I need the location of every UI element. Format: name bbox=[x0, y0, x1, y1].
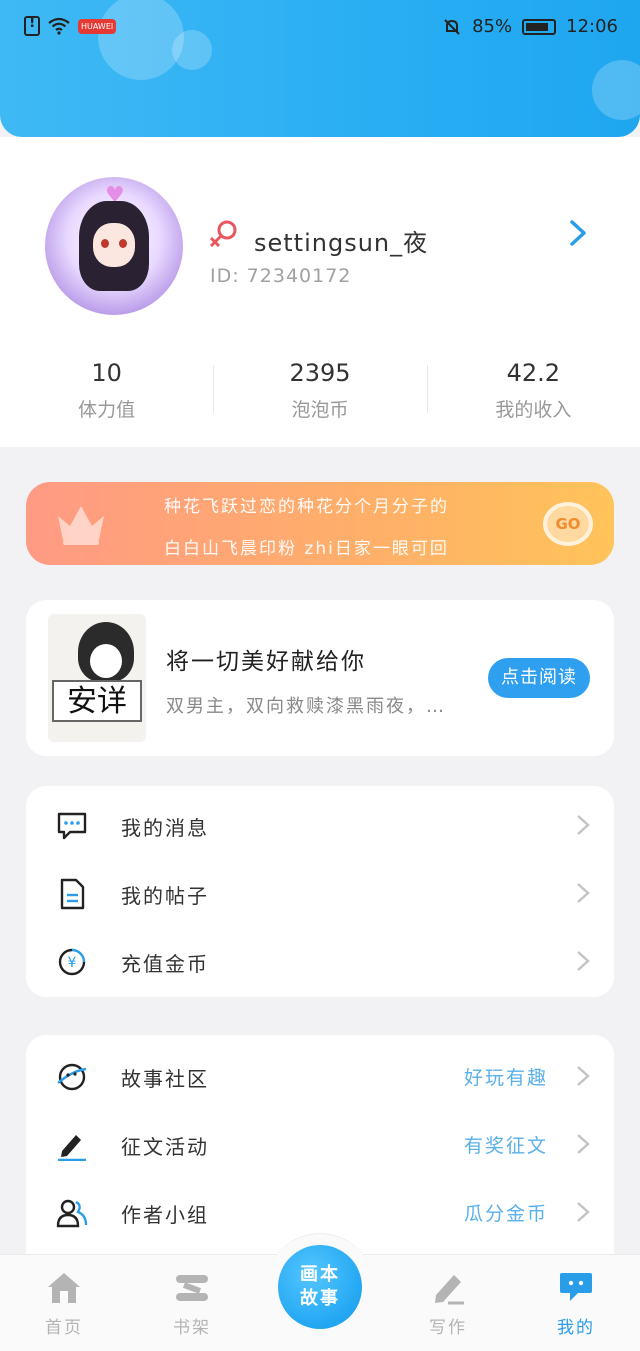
book-description: 双男主，双向救赎漆黑雨夜，… bbox=[166, 696, 446, 717]
stat-label: 我的收入 bbox=[495, 399, 572, 421]
chevron-right-icon[interactable] bbox=[566, 219, 590, 247]
stat-value: 2395 bbox=[289, 359, 351, 387]
chevron-right-icon bbox=[577, 1066, 590, 1086]
stat-bubble-coins[interactable]: 2395 泡泡币 bbox=[213, 359, 426, 429]
svg-text:¥: ¥ bbox=[68, 955, 77, 971]
vip-text-line1: 种花飞跃过恋的种花分个月分子的 bbox=[164, 497, 449, 517]
menu-label: 征文活动 bbox=[121, 1135, 209, 1159]
vip-banner[interactable]: 种花飞跃过恋的种花分个月分子的 白白山飞晨印粉 zhi日家一眼可回 GO bbox=[26, 482, 614, 565]
nav-bookshelf[interactable]: 书架 bbox=[152, 1271, 232, 1338]
sim-alert-icon bbox=[24, 15, 40, 36]
message-icon bbox=[57, 812, 87, 840]
profile-card[interactable]: ♥ settingsun_夜 ID: 72340172 10 体力值 2395 … bbox=[0, 137, 640, 447]
write-pen-icon bbox=[435, 1275, 464, 1305]
read-button[interactable]: 点击阅读 bbox=[488, 658, 590, 698]
app-badge: HUAWEI bbox=[78, 18, 117, 34]
stat-income[interactable]: 42.2 我的收入 bbox=[426, 359, 640, 429]
wifi-icon bbox=[48, 17, 70, 35]
avatar[interactable]: ♥ bbox=[45, 177, 183, 315]
stat-label: 体力值 bbox=[78, 399, 136, 421]
stat-label: 泡泡币 bbox=[291, 399, 349, 421]
username: settingsun_夜 bbox=[254, 229, 429, 257]
menu-label: 我的帖子 bbox=[121, 884, 209, 908]
menu-label: 作者小组 bbox=[121, 1203, 209, 1227]
fab-label-line1: 画本 bbox=[300, 1264, 340, 1285]
menu-item-writing-contest[interactable]: 征文活动 有奖征文 bbox=[26, 1109, 614, 1177]
users-icon bbox=[56, 1199, 88, 1228]
menu-tag: 瓜分金币 bbox=[463, 1203, 548, 1225]
bottom-nav: 首页 书架 画本 故事 写作 我的 bbox=[0, 1233, 640, 1351]
nav-mine[interactable]: 我的 bbox=[536, 1271, 616, 1338]
vip-text-line2: 白白山飞晨印粉 zhi日家一眼可回 bbox=[164, 539, 449, 559]
chevron-right-icon bbox=[577, 883, 590, 903]
menu-tag: 好玩有趣 bbox=[463, 1067, 548, 1089]
menu-item-story-community[interactable]: 故事社区 好玩有趣 bbox=[26, 1041, 614, 1109]
stat-stamina[interactable]: 10 体力值 bbox=[0, 359, 213, 429]
menu-item-posts[interactable]: 我的帖子 bbox=[26, 858, 614, 926]
document-icon bbox=[60, 878, 85, 910]
home-icon bbox=[48, 1273, 80, 1303]
stat-value: 10 bbox=[91, 359, 122, 387]
battery-percent: 85% bbox=[472, 16, 513, 37]
menu-item-messages[interactable]: 我的消息 bbox=[26, 790, 614, 858]
mute-bell-icon bbox=[444, 18, 460, 35]
status-bar: HUAWEI 85% 12:06 bbox=[0, 0, 640, 56]
chevron-right-icon bbox=[577, 815, 590, 835]
chevron-right-icon bbox=[577, 951, 590, 971]
chevron-right-icon bbox=[577, 1202, 590, 1222]
chat-bubble-icon bbox=[560, 1273, 592, 1301]
planet-icon bbox=[57, 1063, 87, 1091]
cover-text: 安详 bbox=[52, 680, 142, 722]
menu-label: 我的消息 bbox=[121, 816, 209, 840]
stat-value: 42.2 bbox=[506, 359, 561, 387]
go-button[interactable]: GO bbox=[543, 502, 593, 546]
menu-item-recharge[interactable]: ¥ 充值金币 bbox=[26, 926, 614, 994]
nav-label: 首页 bbox=[45, 1318, 83, 1338]
chevron-right-icon bbox=[577, 1134, 590, 1154]
nav-label: 写作 bbox=[429, 1318, 467, 1338]
nav-write[interactable]: 写作 bbox=[408, 1271, 488, 1338]
decor-bubble bbox=[592, 60, 640, 120]
battery-icon bbox=[522, 18, 557, 35]
female-symbol-icon bbox=[209, 220, 237, 248]
menu-label: 充值金币 bbox=[121, 952, 209, 976]
clock: 12:06 bbox=[566, 16, 618, 37]
nav-label: 我的 bbox=[557, 1318, 595, 1338]
bookshelf-icon bbox=[176, 1275, 208, 1301]
stats-row: 10 体力值 2395 泡泡币 42.2 我的收入 bbox=[0, 359, 640, 429]
crown-icon bbox=[58, 506, 104, 545]
nav-label: 书架 bbox=[173, 1318, 211, 1338]
menu-group-personal: 我的消息 我的帖子 ¥ 充值金币 bbox=[26, 786, 614, 997]
book-title: 将一切美好献给你 bbox=[166, 649, 366, 675]
create-story-button[interactable]: 画本 故事 bbox=[278, 1245, 362, 1329]
fab-label-line2: 故事 bbox=[300, 1288, 340, 1309]
menu-tag: 有奖征文 bbox=[463, 1135, 548, 1157]
coin-icon: ¥ bbox=[58, 948, 86, 976]
book-cover[interactable]: 安详 bbox=[48, 614, 146, 742]
book-recommendation-card[interactable]: 安详 将一切美好献给你 双男主，双向救赎漆黑雨夜，… 点击阅读 bbox=[26, 600, 614, 756]
user-id: ID: 72340172 bbox=[210, 265, 352, 287]
pen-icon bbox=[58, 1135, 86, 1161]
menu-label: 故事社区 bbox=[121, 1067, 209, 1091]
nav-home[interactable]: 首页 bbox=[24, 1271, 104, 1338]
